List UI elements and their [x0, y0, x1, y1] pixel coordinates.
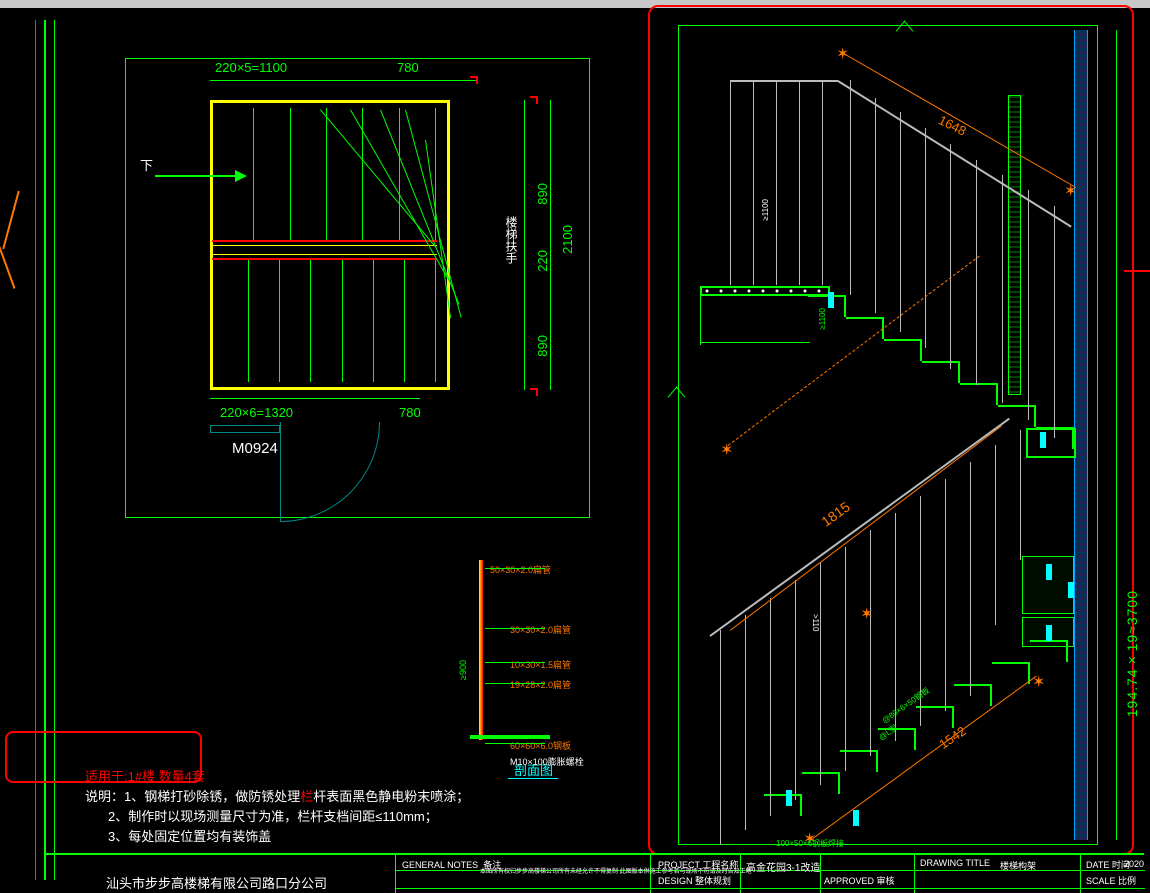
anchor-icon [1046, 564, 1052, 580]
treads-lower [218, 260, 436, 382]
tick-icon [530, 388, 538, 396]
section-post [479, 560, 483, 740]
stair-edge [700, 342, 810, 343]
treads-upper [218, 108, 436, 240]
tb-disclaimer: 本图所有权归步步高楼梯公司所有未经允许不得复制 此图版本供施工参考若与现场不符请… [480, 869, 752, 876]
handrail-plan-inner [212, 245, 437, 255]
notes-1b: 杆表面黑色静电粉末喷涂； [313, 789, 469, 804]
tick-icon [470, 76, 478, 84]
anchor-icon [1068, 582, 1074, 598]
door-jamb [210, 425, 280, 433]
stair-edge [700, 295, 701, 345]
elev-rail-h1: ≥1100 [761, 199, 770, 221]
dim-tick-icon: ✶ [1032, 672, 1044, 684]
dim-tick-icon: ✶ [1064, 181, 1076, 193]
notes-heading: 适用于:1#楼 数量4套 [85, 766, 205, 785]
dim-right-label: 楼梯扶手 [503, 216, 520, 264]
dim-tick-icon: ✶ [860, 604, 872, 616]
tb-date-value: 2020 [1124, 859, 1144, 869]
anchor-icon [853, 810, 859, 826]
anchor-icon [1040, 432, 1046, 448]
door-label: M0924 [232, 440, 278, 457]
dim-tick-icon: ✶ [720, 440, 732, 452]
section-label-5: 60×60×6.0钢板 [510, 739, 571, 752]
tb-approved: APPROVED 审核 [824, 874, 895, 887]
down-label: 下 [140, 155, 153, 174]
anchor-icon [786, 790, 792, 806]
tb-div [914, 853, 915, 893]
notes-1a: 说明：1、钢梯打砂除锈，做防锈处理 [85, 789, 300, 804]
notes-line-3: 3、每处固定位置均有装饰盖 [108, 826, 271, 845]
leader-line [485, 628, 545, 629]
dim-bot-1: 220×6=1320 [220, 405, 293, 420]
tb-scale: SCALE 比例 [1086, 874, 1136, 887]
down-arrow-icon [155, 175, 245, 177]
titleblock-top [44, 853, 1144, 855]
dim-top-2: 780 [397, 60, 419, 75]
section-label-3: 10×30×1.5扁管 [510, 658, 571, 671]
leader-line [485, 683, 545, 684]
section-label-4: 19×28×2.0扁管 [510, 678, 571, 691]
tb-project-value: 高金花园3-1改造 [746, 859, 820, 874]
outer-dim: 194.74×19≈3700 [1124, 590, 1140, 717]
elev-rail-h2: >110 [811, 614, 820, 631]
annotation-line [1124, 270, 1150, 272]
tb-div [1080, 853, 1081, 893]
dim-right-2: 220 [535, 250, 550, 272]
dim-tick-icon: ✶ [836, 44, 848, 56]
elev-step-dim: ≥1100 [818, 308, 827, 330]
dimline [210, 80, 478, 81]
dim-right-1: 890 [535, 183, 550, 205]
notes-1-red: 栏 [300, 789, 313, 804]
section-label-1: 50×30×2.0扁管 [490, 563, 551, 576]
titleblock-bot [395, 888, 1145, 889]
leader-line [485, 743, 545, 744]
outer-dim-line [1116, 30, 1117, 840]
railing-upper [730, 80, 1075, 310]
dimline-v [524, 100, 525, 390]
tb-div [395, 853, 396, 893]
notes-line-2: 2、制作时以现场测量尺寸为准，栏杆支档间距≤110mm； [108, 806, 438, 825]
section-label-6: M10×100膨胀螺栓 [510, 755, 584, 768]
elev-note-3: 100×50×6钢板焊接 [776, 838, 844, 849]
notes-line-1: 说明：1、钢梯打砂除锈，做防锈处理栏杆表面黑色静电粉末喷涂； [85, 786, 469, 805]
dimline-v [550, 100, 551, 390]
dimline [210, 398, 420, 399]
dim-right-total: 2100 [560, 225, 575, 254]
leader-line [485, 568, 545, 569]
section-height-dim: ≥900 [458, 660, 468, 680]
tb-drawing-title: DRAWING TITLE [920, 858, 990, 868]
railing-lower [710, 420, 1040, 655]
tick-icon [530, 96, 538, 104]
company-name: 汕头市步步高楼梯有限公司路口分公司 [106, 873, 327, 892]
leader-line [485, 662, 545, 663]
tb-drawing-title-value: 楼梯构架 [1000, 859, 1036, 872]
dim-top-1: 220×5=1100 [215, 60, 287, 75]
section-underline [508, 778, 558, 779]
dim-right-3: 890 [535, 335, 550, 357]
stray-mark [0, 190, 30, 300]
dim-bot-2: 780 [399, 405, 421, 420]
stair-flight-2 [798, 640, 1078, 830]
section-label-2: 30×30×2.0扁管 [510, 623, 571, 636]
anchor-icon [1046, 625, 1052, 641]
door-leaf [280, 422, 281, 522]
